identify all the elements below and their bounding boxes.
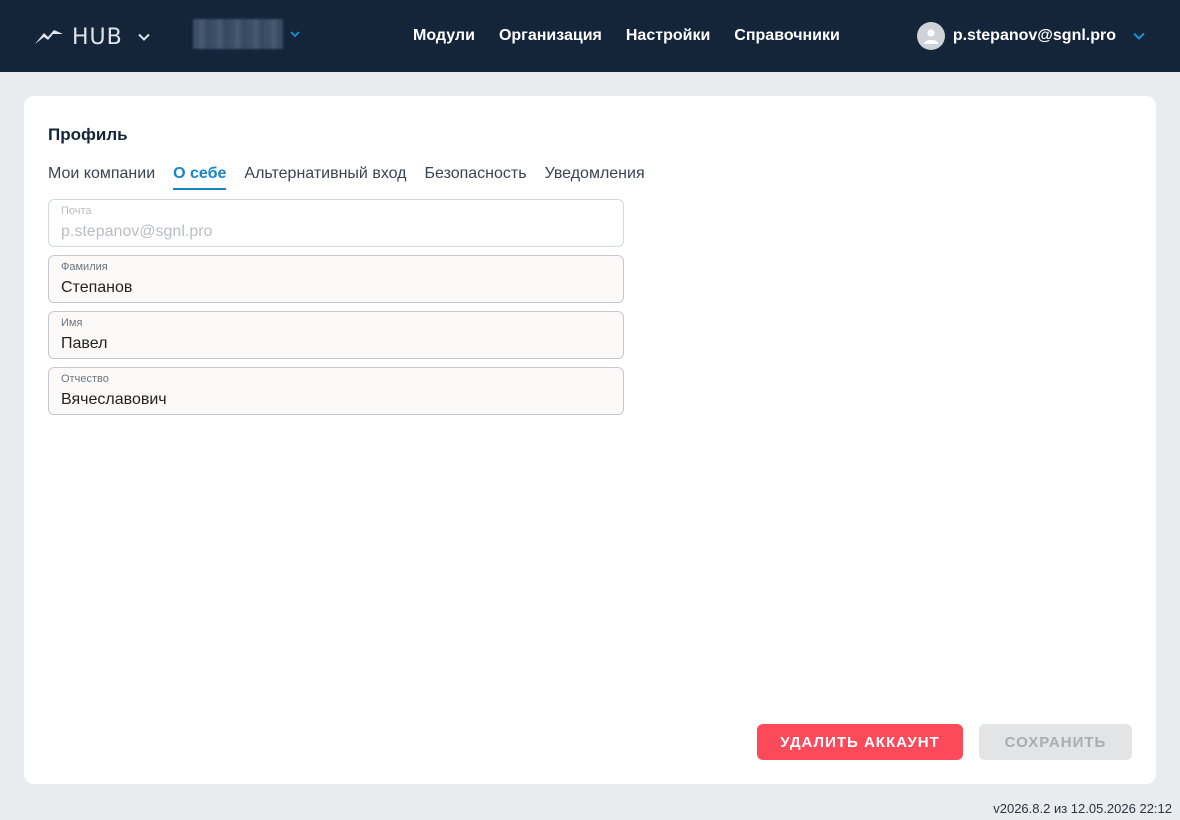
organization-name-redacted bbox=[193, 19, 283, 49]
patronymic-input[interactable] bbox=[61, 390, 611, 410]
tab-notifications[interactable]: Уведомления bbox=[545, 164, 645, 190]
last-name-field-label: Фамилия bbox=[61, 261, 108, 273]
first-name-field[interactable]: Имя bbox=[48, 311, 624, 359]
nav-item-modules[interactable]: Модули bbox=[413, 27, 475, 45]
tab-about-me[interactable]: О себе bbox=[173, 164, 227, 190]
main-nav: Модули Организация Настройки Справочники bbox=[413, 0, 840, 72]
delete-account-button[interactable]: УДАЛИТЬ АККАУНТ bbox=[757, 724, 963, 760]
email-field: Почта bbox=[48, 199, 624, 247]
email-input bbox=[61, 222, 611, 242]
bird-logo-icon bbox=[35, 30, 63, 44]
chevron-down-icon bbox=[290, 31, 300, 38]
email-field-label: Почта bbox=[61, 205, 92, 217]
patronymic-field-label: Отчество bbox=[61, 373, 109, 385]
logo-text: HUB bbox=[72, 24, 123, 50]
tab-alternative-login[interactable]: Альтернативный вход bbox=[244, 164, 406, 190]
nav-item-directories[interactable]: Справочники bbox=[734, 27, 840, 45]
chevron-down-icon bbox=[1133, 32, 1145, 40]
top-navigation-bar: HUB Модули Организация Настройки Справоч… bbox=[0, 0, 1180, 72]
user-menu[interactable]: p.stepanov@sgnl.pro bbox=[916, 22, 1146, 50]
organization-selector[interactable] bbox=[193, 19, 301, 49]
hub-logo-menu[interactable]: HUB bbox=[34, 24, 151, 50]
tab-security[interactable]: Безопасность bbox=[425, 164, 527, 190]
nav-item-settings[interactable]: Настройки bbox=[626, 27, 710, 45]
first-name-field-label: Имя bbox=[61, 317, 83, 329]
chevron-down-icon bbox=[138, 33, 150, 41]
tab-my-companies[interactable]: Мои компании bbox=[48, 164, 155, 190]
save-button[interactable]: СОХРАНИТЬ bbox=[979, 724, 1132, 760]
user-email: p.stepanov@sgnl.pro bbox=[952, 27, 1116, 44]
profile-tabs: Мои компании О себе Альтернативный вход … bbox=[48, 164, 645, 190]
last-name-input[interactable] bbox=[61, 278, 611, 298]
profile-card: Профиль Мои компании О себе Альтернативн… bbox=[24, 96, 1156, 784]
first-name-input[interactable] bbox=[61, 334, 611, 354]
last-name-field[interactable]: Фамилия bbox=[48, 255, 624, 303]
nav-item-organization[interactable]: Организация bbox=[499, 27, 602, 45]
patronymic-field[interactable]: Отчество bbox=[48, 367, 624, 415]
user-avatar-icon bbox=[916, 22, 945, 50]
app-version: v2026.8.2 из 12.05.2026 22:12 bbox=[993, 801, 1172, 816]
page-title: Профиль bbox=[48, 125, 128, 144]
